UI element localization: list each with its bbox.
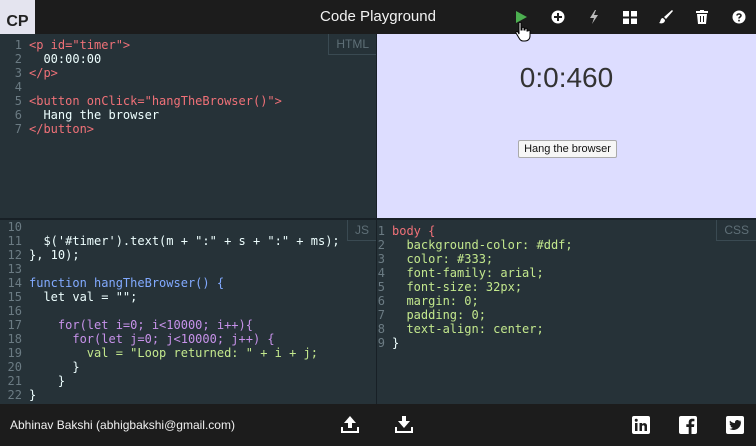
bottom-bar: Abhinav Bakshi (abhigbakshi@gmail.com) (0, 404, 756, 446)
hang-browser-button[interactable]: Hang the browser (518, 140, 617, 158)
brush-button[interactable] (651, 0, 681, 34)
code-line: 6 Hang the browser (14, 108, 160, 122)
facebook-icon (679, 416, 697, 434)
html-editor[interactable]: HTML 1 <p id="timer"> 2 00:00:00 3 </p> 4 … (0, 34, 376, 218)
delete-button[interactable] (687, 0, 717, 34)
top-bar: CP Code Playground (0, 0, 756, 34)
code-line: 7 padding: 0; (377, 308, 486, 322)
code-line: 5 font-size: 32px; (377, 280, 523, 294)
twitter-button[interactable] (721, 404, 749, 446)
help-icon (732, 10, 746, 24)
code-line: 1 <p id="timer"> (14, 38, 131, 52)
code-line: 8 text-align: center; (377, 322, 544, 336)
code-line: 22} (7, 388, 37, 402)
bolt-icon (590, 10, 598, 24)
hand-cursor-icon (515, 22, 531, 42)
timer-display: 0:0:460 (519, 62, 614, 93)
brush-icon (659, 10, 673, 24)
linkedin-icon (632, 416, 650, 434)
layout-button[interactable] (615, 0, 645, 34)
code-line: 14 function hangTheBrowser() { (7, 276, 225, 290)
code-line: 10 (7, 220, 22, 234)
grid-icon (623, 10, 637, 24)
js-editor[interactable]: JS 10 11 $('#timer').text(m + ":" + s + … (0, 220, 376, 404)
add-button[interactable] (543, 0, 573, 34)
code-line: 15 let val = ""; (7, 290, 138, 304)
add-icon (551, 10, 565, 24)
trash-icon (696, 10, 708, 24)
code-line: 21 } (7, 374, 66, 388)
logo: CP (0, 0, 35, 34)
bolt-button[interactable] (579, 0, 609, 34)
code-line: 4 (14, 80, 22, 94)
code-line: 13 (7, 262, 22, 276)
facebook-button[interactable] (674, 404, 702, 446)
code-line: 2 00:00:00 (14, 52, 102, 66)
download-button[interactable] (390, 404, 418, 446)
code-line: 7 </button> (14, 122, 95, 136)
code-line: 18 for(let j=0; j<10000; j++) { (7, 332, 275, 346)
help-button[interactable] (724, 0, 754, 34)
code-line: 3 </p> (14, 66, 58, 80)
code-line: 5 <button onClick="hangTheBrowser()"> (14, 94, 282, 108)
upload-button[interactable] (336, 404, 364, 446)
code-line: 6 margin: 0; (377, 294, 479, 308)
css-pane-label: CSS (716, 220, 756, 241)
css-editor[interactable]: CSS 1 body { 2 background-color: #ddf; 3 … (377, 220, 756, 404)
code-line: 12}, 10); (7, 248, 80, 262)
code-line: 20 } (7, 360, 80, 374)
twitter-icon (726, 416, 744, 434)
code-line: 19 val = "Loop returned: " + i + j; (7, 346, 318, 360)
code-line: 11 $('#timer').text(m + ":" + s + ":" + … (7, 234, 340, 248)
code-line: 9} (377, 336, 400, 350)
linkedin-button[interactable] (627, 404, 655, 446)
code-line: 1 body { (377, 224, 436, 238)
code-line: 17 for(let i=0; i<10000; i++){ (7, 318, 253, 332)
download-icon (395, 416, 413, 433)
code-line: 3 color: #333; (377, 252, 494, 266)
code-line: 2 background-color: #ddf; (377, 238, 573, 252)
preview-pane: 0:0:460 Hang the browser (377, 34, 756, 218)
js-pane-label: JS (346, 220, 376, 241)
author-credit: Abhinav Bakshi (abhigbakshi@gmail.com) (10, 418, 235, 432)
html-pane-label: HTML (328, 34, 376, 55)
code-line: 16 (7, 304, 22, 318)
upload-icon (341, 416, 359, 433)
code-line: 4 font-family: arial; (377, 266, 544, 280)
